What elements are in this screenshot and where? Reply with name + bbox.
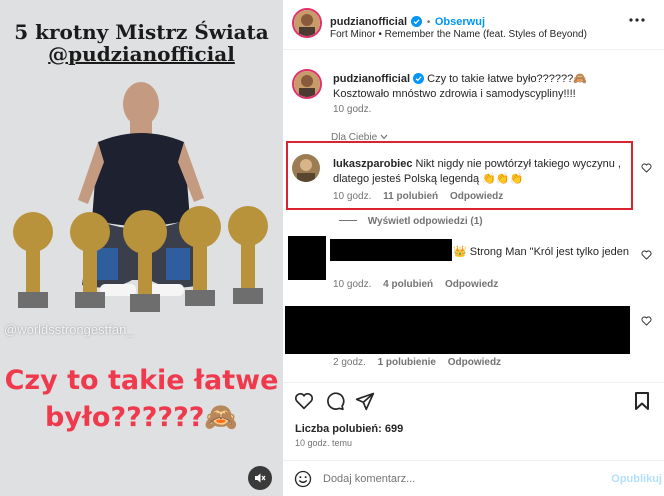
share-icon[interactable] bbox=[355, 391, 375, 411]
heart-icon[interactable] bbox=[641, 250, 652, 260]
heart-icon[interactable] bbox=[641, 163, 652, 173]
verified-icon bbox=[413, 73, 425, 84]
heart-icon[interactable] bbox=[294, 392, 314, 410]
verified-icon bbox=[411, 16, 423, 27]
caption-username[interactable]: pudzianofficial bbox=[333, 73, 410, 85]
more-icon[interactable] bbox=[629, 18, 645, 22]
caption-line1: Czy to takie łatwe było??????🙈 bbox=[427, 73, 587, 85]
media-watermark: @worldsstrongestfan_ bbox=[4, 322, 134, 337]
audio-track[interactable]: Fort Minor • Remember the Name (feat. St… bbox=[330, 29, 587, 40]
emoji-icon[interactable] bbox=[294, 470, 312, 488]
view-replies-button[interactable]: Wyświetl odpowiedzi (1) bbox=[339, 216, 483, 227]
media-caption-line2: było??????🙈 bbox=[44, 402, 239, 433]
comment-likes[interactable]: 4 polubień bbox=[383, 279, 433, 290]
redacted-comment-text bbox=[330, 239, 452, 261]
comment-icon[interactable] bbox=[325, 391, 345, 411]
comments-panel: pudzianofficial • Obserwuj Fort Minor • … bbox=[283, 0, 664, 496]
view-replies-label: Wyświetl odpowiedzi (1) bbox=[367, 216, 483, 227]
mute-icon bbox=[255, 473, 266, 483]
redacted-comment bbox=[285, 306, 630, 354]
avatar[interactable] bbox=[292, 8, 322, 38]
caption-line2: Kosztowało mnóstwo zdrowia i samodyscypl… bbox=[333, 88, 576, 100]
header-username[interactable]: pudzianofficial bbox=[330, 16, 407, 28]
mute-button[interactable] bbox=[248, 466, 272, 490]
comment-input[interactable] bbox=[323, 469, 593, 489]
trophies bbox=[13, 206, 268, 312]
follow-button[interactable]: Obserwuj bbox=[435, 16, 485, 28]
comment-bar: Opublikuj bbox=[283, 460, 664, 496]
post-media[interactable]: 5 krotny Mistrz Świata @pudzianofficial … bbox=[0, 0, 283, 496]
header-separator: • bbox=[426, 17, 431, 28]
media-handle: @pudzianofficial bbox=[48, 42, 235, 66]
redacted-avatar bbox=[288, 236, 326, 280]
post-actions bbox=[283, 382, 664, 422]
media-headline: 5 krotny Mistrz Świata bbox=[14, 20, 269, 44]
comment-text: 👑 Strong Man "Król jest tylko jeden bbox=[453, 246, 629, 258]
comment-likes[interactable]: 1 polubienie bbox=[378, 357, 436, 368]
heart-icon[interactable] bbox=[641, 316, 652, 326]
comment-reply-button[interactable]: Odpowiedz bbox=[448, 357, 501, 368]
post-timestamp: 10 godz. temu bbox=[295, 438, 353, 448]
likes-count[interactable]: Liczba polubień: 699 bbox=[295, 423, 403, 435]
caption-time: 10 godz. bbox=[333, 104, 372, 115]
comment-highlight-frame bbox=[286, 141, 633, 210]
bookmark-icon[interactable] bbox=[634, 391, 650, 411]
caption-avatar[interactable] bbox=[292, 69, 322, 99]
publish-button[interactable]: Opublikuj bbox=[611, 473, 662, 485]
comment-time: 2 godz. bbox=[333, 357, 366, 368]
chevron-down-icon bbox=[380, 134, 388, 140]
athlete-trophies-photo bbox=[13, 82, 268, 312]
comment-time: 10 godz. bbox=[333, 279, 372, 290]
post-header: pudzianofficial • Obserwuj Fort Minor • … bbox=[283, 0, 664, 50]
media-caption-line1: Czy to takie łatwe bbox=[4, 365, 279, 396]
comment-reply-button[interactable]: Odpowiedz bbox=[445, 279, 498, 290]
